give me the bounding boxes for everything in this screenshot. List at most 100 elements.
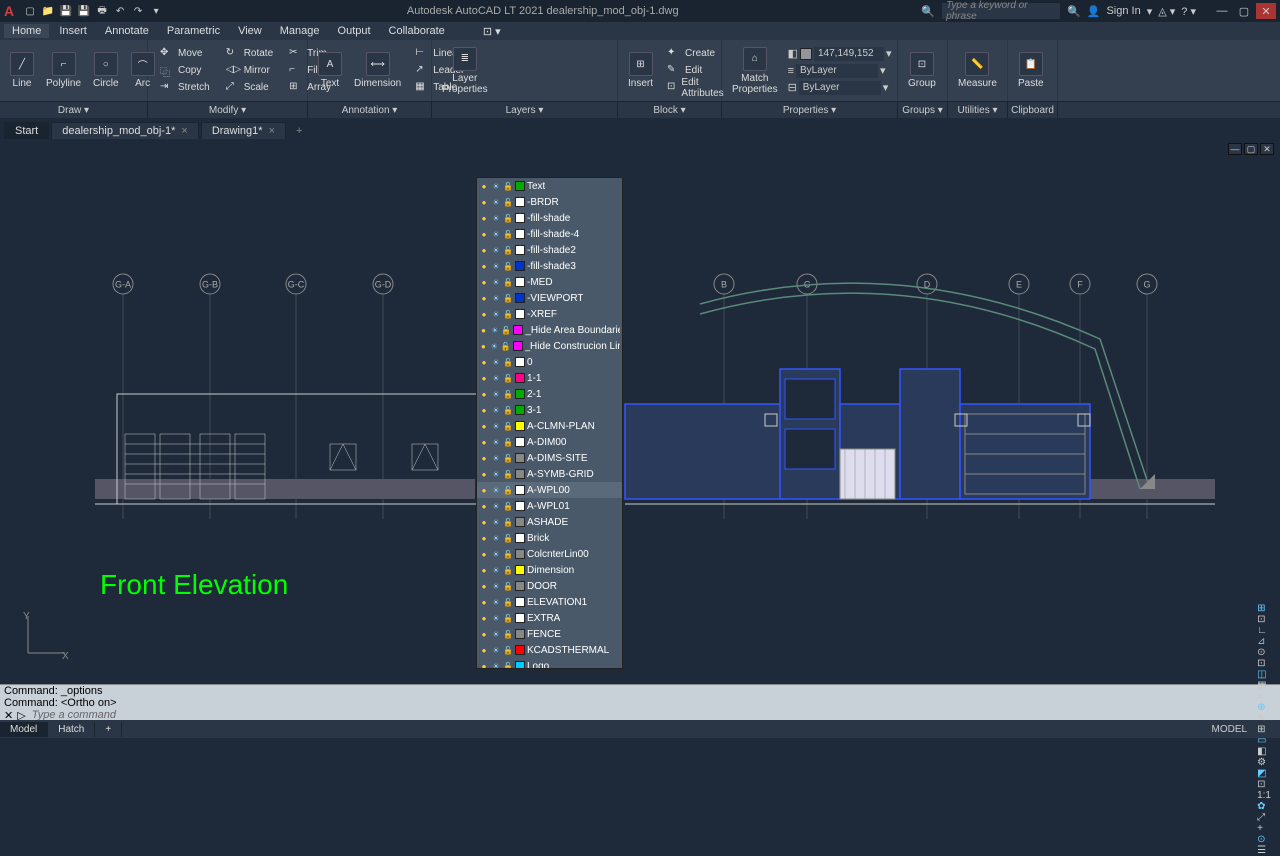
paste-button[interactable]: 📋Paste	[1012, 42, 1050, 99]
layer-row[interactable]: ●☀🔓-MED	[477, 274, 622, 290]
close-icon[interactable]: ×	[269, 125, 275, 137]
scale-button[interactable]: ⤢Scale	[222, 80, 277, 96]
layer-on-icon[interactable]: ●	[479, 453, 489, 463]
layer-on-icon[interactable]: ●	[479, 485, 489, 495]
layer-freeze-icon[interactable]: ☀	[491, 229, 501, 239]
layer-row[interactable]: ●☀🔓FENCE	[477, 626, 622, 642]
layer-freeze-icon[interactable]: ☀	[491, 645, 501, 655]
layer-on-icon[interactable]: ●	[479, 661, 489, 669]
model-tab[interactable]: Model	[0, 722, 48, 737]
file-tab-start[interactable]: Start	[4, 122, 49, 139]
layer-freeze-icon[interactable]: ☀	[491, 565, 501, 575]
qat-save-icon[interactable]: 💾	[58, 3, 74, 19]
ribbon-label-clipboard[interactable]: Clipboard	[1008, 102, 1058, 118]
layer-row[interactable]: ●☀🔓-BRDR	[477, 194, 622, 210]
layer-row[interactable]: ●☀🔓A-DIMS-SITE	[477, 450, 622, 466]
layer-lock-icon[interactable]: 🔓	[503, 533, 513, 543]
layer-lock-icon[interactable]: 🔓	[503, 213, 513, 223]
layer-lock-icon[interactable]: 🔓	[503, 405, 513, 415]
layer-on-icon[interactable]: ●	[479, 405, 489, 415]
status-toggle[interactable]: ⊞	[1254, 603, 1274, 614]
layer-on-icon[interactable]: ●	[479, 325, 488, 335]
layer-row[interactable]: ●☀🔓-VIEWPORT	[477, 290, 622, 306]
status-toggle[interactable]: ⊙	[1254, 647, 1274, 658]
layer-color-swatch[interactable]	[515, 613, 525, 623]
circle-button[interactable]: ○Circle	[87, 42, 125, 99]
layer-freeze-icon[interactable]: ☀	[491, 293, 501, 303]
layer-row[interactable]: ●☀🔓2-1	[477, 386, 622, 402]
layer-on-icon[interactable]: ●	[479, 181, 489, 191]
layer-color-swatch[interactable]	[515, 197, 525, 207]
status-toggle[interactable]: ≡	[1254, 691, 1274, 702]
layer-freeze-icon[interactable]: ☀	[491, 357, 501, 367]
layer-row[interactable]: ●☀🔓A-CLMN-PLAN	[477, 418, 622, 434]
text-button[interactable]: AText	[312, 42, 348, 99]
viewport-minimize-button[interactable]: —	[1228, 143, 1242, 155]
layer-row[interactable]: ●☀🔓-fill-shade3	[477, 258, 622, 274]
viewport-maximize-button[interactable]: ▢	[1244, 143, 1258, 155]
layer-on-icon[interactable]: ●	[479, 421, 489, 431]
layer-freeze-icon[interactable]: ☀	[491, 389, 501, 399]
layer-color-swatch[interactable]	[515, 405, 525, 415]
search-icon[interactable]: 🔍	[921, 5, 935, 18]
layer-on-icon[interactable]: ●	[479, 341, 488, 351]
layer-color-swatch[interactable]	[515, 501, 525, 511]
layer-freeze-icon[interactable]: ☀	[491, 245, 501, 255]
help-icon[interactable]: ? ▾	[1181, 5, 1196, 18]
copy-button[interactable]: ⿻Copy	[156, 63, 214, 79]
status-toggle[interactable]: ◩	[1254, 768, 1274, 779]
lineweight-select[interactable]: ByLayer	[796, 64, 878, 78]
layer-color-swatch[interactable]	[515, 517, 525, 527]
sign-in-dropdown-icon[interactable]: ▾	[1147, 5, 1153, 18]
qat-redo-icon[interactable]: ↷	[130, 3, 146, 19]
layer-row[interactable]: ●☀🔓ELEVATION1	[477, 594, 622, 610]
status-toggle[interactable]: ⊿	[1254, 636, 1274, 647]
layer-freeze-icon[interactable]: ☀	[491, 309, 501, 319]
layer-on-icon[interactable]: ●	[479, 309, 489, 319]
layer-color-swatch[interactable]	[515, 213, 525, 223]
qat-saveas-icon[interactable]: 💾	[76, 3, 92, 19]
status-toggle[interactable]: ⊡	[1254, 779, 1274, 790]
layer-color-swatch[interactable]	[515, 229, 525, 239]
layer-on-icon[interactable]: ●	[479, 277, 489, 287]
layer-color-swatch[interactable]	[515, 277, 525, 287]
layer-lock-icon[interactable]: 🔓	[503, 645, 513, 655]
dropdown-icon[interactable]: ▾	[886, 47, 892, 60]
match-properties-button[interactable]: ⌂Match Properties	[726, 42, 784, 99]
app-menu-icon[interactable]: ◬ ▾	[1158, 5, 1175, 18]
layer-lock-icon[interactable]: 🔓	[503, 501, 513, 511]
layer-freeze-icon[interactable]: ☀	[491, 197, 501, 207]
layer-freeze-icon[interactable]: ☀	[491, 549, 501, 559]
layer-color-swatch[interactable]	[515, 565, 525, 575]
dropdown-icon[interactable]: ▾	[883, 81, 889, 94]
layer-lock-icon[interactable]: 🔓	[503, 197, 513, 207]
layer-freeze-icon[interactable]: ☀	[490, 341, 499, 351]
layer-color-swatch[interactable]	[515, 261, 525, 271]
layer-on-icon[interactable]: ●	[479, 549, 489, 559]
status-toggle[interactable]: ⤢	[1254, 812, 1274, 823]
rotate-button[interactable]: ↻Rotate	[222, 46, 277, 62]
qat-undo-icon[interactable]: ↶	[112, 3, 128, 19]
ribbon-label-modify[interactable]: Modify ▾	[148, 102, 308, 118]
layer-lock-icon[interactable]: 🔓	[503, 597, 513, 607]
layer-color-swatch[interactable]	[515, 581, 525, 591]
layer-on-icon[interactable]: ●	[479, 197, 489, 207]
layer-freeze-icon[interactable]: ☀	[491, 277, 501, 287]
drawing-canvas[interactable]: — ▢ ✕ G-AG-BG-CG-D BCDEFG	[0, 139, 1280, 684]
ribbon-label-utilities[interactable]: Utilities ▾	[948, 102, 1008, 118]
layer-on-icon[interactable]: ●	[479, 213, 489, 223]
layer-color-swatch[interactable]	[513, 325, 523, 335]
menu-home[interactable]: Home	[4, 24, 49, 38]
layer-freeze-icon[interactable]: ☀	[491, 181, 501, 191]
layer-color-swatch[interactable]	[513, 341, 523, 351]
ribbon-label-draw[interactable]: Draw ▾	[0, 102, 148, 118]
layer-freeze-icon[interactable]: ☀	[491, 453, 501, 463]
menu-view[interactable]: View	[230, 24, 270, 38]
layer-lock-icon[interactable]: 🔓	[503, 469, 513, 479]
layer-color-swatch[interactable]	[515, 293, 525, 303]
layer-color-swatch[interactable]	[515, 597, 525, 607]
layer-color-swatch[interactable]	[515, 181, 525, 191]
layer-on-icon[interactable]: ●	[479, 357, 489, 367]
layer-freeze-icon[interactable]: ☀	[491, 421, 501, 431]
status-toggle[interactable]: ✎	[1254, 713, 1274, 724]
